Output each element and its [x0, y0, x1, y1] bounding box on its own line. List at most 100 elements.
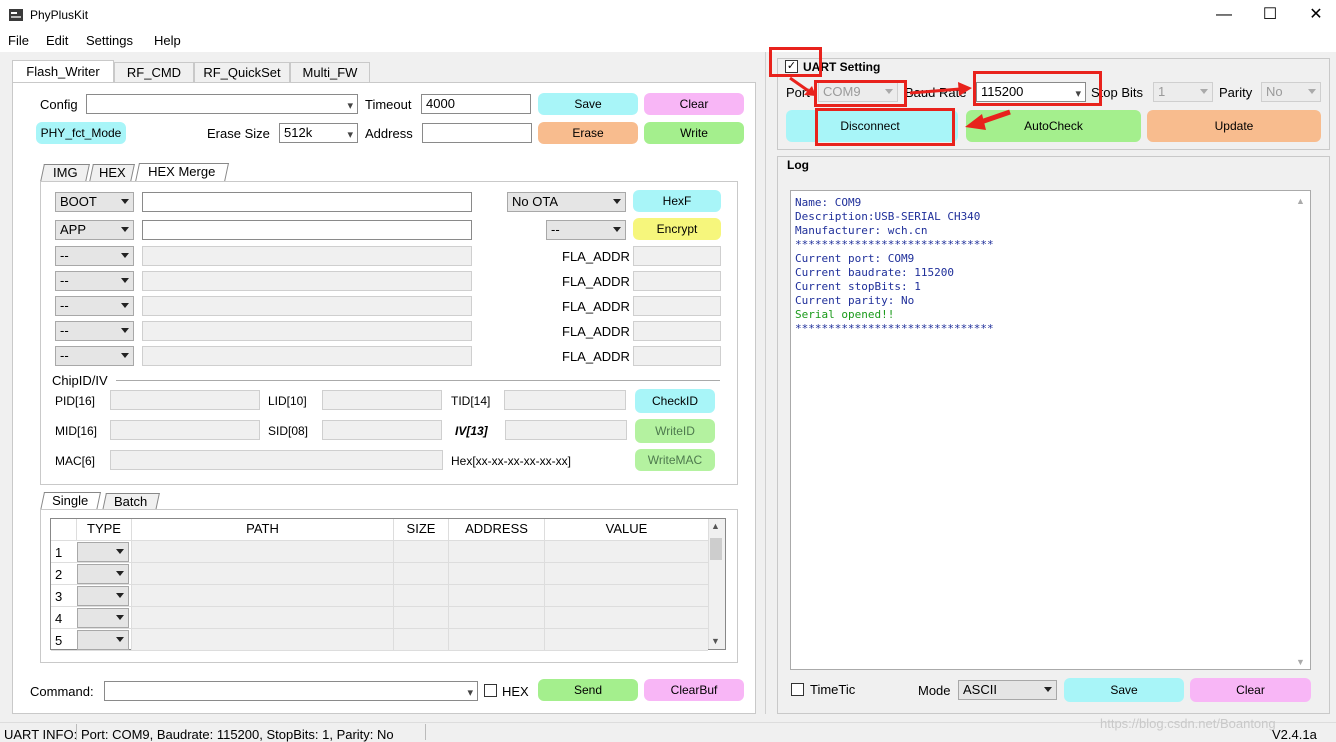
update-button[interactable]: Update [1147, 110, 1321, 142]
segment-path-input[interactable] [142, 321, 472, 341]
fla-addr-input[interactable] [633, 246, 721, 266]
fla-addr-input[interactable] [633, 296, 721, 316]
stop-bits-select[interactable]: 1 [1153, 82, 1213, 102]
clear-config-button[interactable]: Clear [644, 93, 744, 115]
checkid-button[interactable]: CheckID [635, 389, 715, 413]
row-value-cell[interactable] [544, 541, 708, 562]
row-type-select[interactable] [77, 608, 129, 628]
pid-input[interactable] [110, 390, 260, 410]
row-type-select[interactable] [77, 586, 129, 606]
app-path-input[interactable] [142, 220, 472, 240]
row-size-cell[interactable] [393, 629, 448, 650]
row-address-cell[interactable] [448, 563, 544, 584]
mode-select[interactable]: ASCII [958, 680, 1057, 700]
menu-help[interactable]: Help [154, 33, 181, 48]
row-address-cell[interactable] [448, 541, 544, 562]
segment-type-select[interactable]: -- [55, 296, 134, 316]
segment-type-select[interactable]: -- [55, 246, 134, 266]
writemac-button[interactable]: WriteMAC [635, 449, 715, 471]
writeid-button[interactable]: WriteID [635, 419, 715, 443]
row-type-select[interactable] [77, 542, 129, 562]
tab-hex-merge[interactable]: HEX Merge [134, 163, 230, 182]
row-address-cell[interactable] [448, 629, 544, 650]
close-icon[interactable]: ✕ [1293, 0, 1336, 30]
scrollbar-thumb[interactable] [710, 538, 722, 560]
tab-multi-fw[interactable]: Multi_FW [290, 62, 370, 82]
save-config-button[interactable]: Save [538, 93, 638, 115]
segment-path-input[interactable] [142, 296, 472, 316]
tab-flash-writer[interactable]: Flash_Writer [12, 60, 114, 82]
scroll-down-icon[interactable]: ▼ [711, 636, 720, 646]
menu-edit[interactable]: Edit [46, 33, 68, 48]
row-size-cell[interactable] [393, 585, 448, 606]
fct-mode-button[interactable]: PHY_fct_Mode [36, 122, 126, 144]
row-value-cell[interactable] [544, 629, 708, 650]
row-path-cell[interactable] [131, 585, 393, 606]
tid-input[interactable] [504, 390, 626, 410]
encrypt-button[interactable]: Encrypt [633, 218, 721, 240]
config-select[interactable]: ▾ [86, 94, 358, 114]
boot-select[interactable]: BOOT [55, 192, 134, 212]
log-output[interactable]: Name: COM9 Description:USB-SERIAL CH340 Ma… [790, 190, 1311, 670]
scroll-up-icon[interactable]: ▲ [711, 521, 720, 531]
minimize-icon[interactable]: — [1201, 0, 1247, 30]
tab-hex[interactable]: HEX [89, 164, 135, 182]
erase-button[interactable]: Erase [538, 122, 638, 144]
address-input[interactable] [422, 123, 532, 143]
fla-addr-input[interactable] [633, 271, 721, 291]
row-path-cell[interactable] [131, 607, 393, 628]
mid-input[interactable] [110, 420, 260, 440]
app-icon [8, 7, 24, 23]
hexf-button[interactable]: HexF [633, 190, 721, 212]
maximize-icon[interactable]: ☐ [1247, 0, 1293, 30]
send-button[interactable]: Send [538, 679, 638, 701]
row-value-cell[interactable] [544, 563, 708, 584]
fla-addr-input[interactable] [633, 321, 721, 341]
row-size-cell[interactable] [393, 563, 448, 584]
clearbuf-button[interactable]: ClearBuf [644, 679, 744, 701]
log-scroll-up-icon[interactable]: ▲ [1296, 196, 1305, 206]
encrypt-select[interactable]: -- [546, 220, 626, 240]
timeout-input[interactable]: 4000 [421, 94, 531, 114]
log-scroll-down-icon[interactable]: ▼ [1296, 657, 1305, 667]
row-path-cell[interactable] [131, 541, 393, 562]
timetic-checkbox[interactable] [791, 683, 804, 696]
log-clear-button[interactable]: Clear [1190, 678, 1311, 702]
lid-input[interactable] [322, 390, 442, 410]
app-select[interactable]: APP [55, 220, 134, 240]
iv-input[interactable] [505, 420, 627, 440]
row-size-cell[interactable] [393, 541, 448, 562]
menu-file[interactable]: File [8, 33, 29, 48]
menu-settings[interactable]: Settings [86, 33, 133, 48]
segment-type-select[interactable]: -- [55, 321, 134, 341]
row-path-cell[interactable] [131, 563, 393, 584]
log-save-button[interactable]: Save [1064, 678, 1184, 702]
hex-checkbox[interactable] [484, 684, 497, 697]
row-type-select[interactable] [77, 564, 129, 584]
ota-select[interactable]: No OTA [507, 192, 626, 212]
tab-rf-cmd[interactable]: RF_CMD [114, 62, 194, 82]
row-address-cell[interactable] [448, 607, 544, 628]
mac-input[interactable] [110, 450, 443, 470]
segment-path-input[interactable] [142, 271, 472, 291]
sid-input[interactable] [322, 420, 442, 440]
row-path-cell[interactable] [131, 629, 393, 650]
parity-select[interactable]: No [1261, 82, 1321, 102]
row-value-cell[interactable] [544, 585, 708, 606]
row-value-cell[interactable] [544, 607, 708, 628]
command-input[interactable]: ▾ [104, 681, 478, 701]
row-address-cell[interactable] [448, 585, 544, 606]
segment-path-input[interactable] [142, 346, 472, 366]
tab-rf-quickset[interactable]: RF_QuickSet [194, 62, 290, 82]
boot-path-input[interactable] [142, 192, 472, 212]
tab-img[interactable]: IMG [40, 164, 90, 182]
segment-type-select[interactable]: -- [55, 271, 134, 291]
row-size-cell[interactable] [393, 607, 448, 628]
write-button[interactable]: Write [644, 122, 744, 144]
row-type-select[interactable] [77, 630, 129, 650]
fla-addr-input[interactable] [633, 346, 721, 366]
segment-path-input[interactable] [142, 246, 472, 266]
segment-type-select[interactable]: -- [55, 346, 134, 366]
splitter[interactable] [765, 52, 766, 714]
erase-size-select[interactable]: 512k ▾ [279, 123, 358, 143]
